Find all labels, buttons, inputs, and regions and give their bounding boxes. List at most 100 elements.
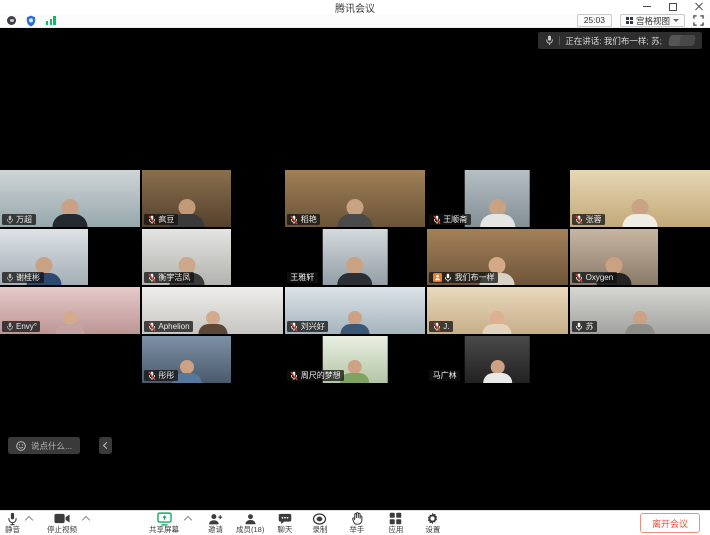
- security-shield-icon[interactable]: [26, 15, 36, 27]
- participant-label: Oxygen: [572, 272, 617, 283]
- toolbar-raise-hand-button[interactable]: 举手: [349, 512, 364, 534]
- participant-label: 衡宇洁凤: [144, 272, 194, 283]
- toolbar-button-label: 聊天: [277, 526, 292, 534]
- video-tile[interactable]: 谢桂彬: [0, 229, 140, 285]
- mic-muted-icon: [148, 273, 156, 283]
- person-silhouette-body: [483, 373, 512, 383]
- participant-label: 刘兴好: [287, 321, 329, 332]
- participant-name: Envy°: [16, 322, 37, 331]
- video-tile[interactable]: 我们布一样: [427, 229, 567, 285]
- person-silhouette-body: [53, 214, 88, 227]
- video-grid: 万超 疯豆 稻艳 王顺斋 张蓉 谢桂彬 衡宇洁凤 王雅轩 我们布一样 Oxygen: [0, 170, 710, 385]
- video-tile[interactable]: 疯豆: [142, 170, 282, 227]
- participant-name: 苏: [586, 321, 594, 332]
- person-silhouette-head: [633, 311, 647, 325]
- video-tile[interactable]: 王雅轩: [285, 229, 425, 285]
- person-silhouette-head: [346, 257, 363, 274]
- video-tile[interactable]: 周尺的梦想: [285, 336, 425, 383]
- title-bar: 腾讯会议: [0, 0, 710, 14]
- participant-label: 周尺的梦想: [287, 370, 345, 381]
- mic-icon: [545, 35, 554, 46]
- toolbar-chat-button[interactable]: 聊天: [277, 512, 292, 534]
- chat-collapse-button[interactable]: [99, 437, 112, 454]
- participant-name: 王顺斋: [443, 214, 467, 225]
- participant-label: 万超: [2, 214, 36, 225]
- video-tile[interactable]: 苏: [570, 287, 710, 334]
- toolbar-share-screen-button[interactable]: 共享屏幕: [149, 512, 191, 534]
- mic-muted-icon: [148, 215, 156, 225]
- video-tile[interactable]: Aphelion: [142, 287, 282, 334]
- toolbar-button-label: 成员(18): [236, 526, 264, 534]
- status-right: 25:03 宫格视图: [577, 14, 704, 27]
- person-silhouette-body: [483, 324, 512, 334]
- participant-label: 稻艳: [287, 214, 321, 225]
- info-icon[interactable]: [7, 16, 16, 25]
- video-tile[interactable]: Envy°: [0, 287, 140, 334]
- toolbar-button-content: 共享屏幕: [149, 512, 179, 534]
- participant-name: 万超: [16, 214, 32, 225]
- video-tile[interactable]: 万超: [0, 170, 140, 227]
- participant-label: 王顺斋: [429, 214, 471, 225]
- mic-muted-icon: [575, 273, 583, 283]
- smiley-icon[interactable]: [16, 441, 26, 451]
- toolbar-button-label: 停止视频: [47, 526, 77, 534]
- toolbar-button-label: 共享屏幕: [149, 526, 179, 534]
- chevron-left-icon: [103, 442, 110, 449]
- video-tile[interactable]: 稻艳: [285, 170, 425, 227]
- toolbar-members-button[interactable]: 成员(18): [236, 512, 264, 534]
- chevron-up-icon[interactable]: [184, 516, 192, 524]
- participant-name: 马广林: [433, 370, 457, 381]
- mic-icon: [6, 273, 14, 283]
- minimize-icon[interactable]: [640, 1, 653, 12]
- maximize-icon[interactable]: [666, 1, 679, 12]
- toolbar-mute-button[interactable]: 静音: [5, 512, 32, 534]
- toolbar-invite-button[interactable]: 邀请: [208, 512, 223, 534]
- mic-icon: [444, 273, 452, 283]
- video-feed: [465, 170, 530, 227]
- video-tile[interactable]: 刘兴好: [285, 287, 425, 334]
- speaker-avatars: [669, 35, 695, 46]
- participant-label: Envy°: [2, 321, 40, 332]
- grid-row: Envy° Aphelion 刘兴好 J. 苏: [0, 287, 710, 334]
- raise-hand-icon: [351, 512, 363, 525]
- participant-label: J.: [429, 321, 453, 332]
- fullscreen-icon[interactable]: [693, 15, 704, 26]
- video-tile[interactable]: Oxygen: [570, 229, 710, 285]
- chevron-up-icon[interactable]: [82, 516, 90, 524]
- network-signal-icon[interactable]: [46, 16, 56, 25]
- video-tile[interactable]: 衡宇洁凤: [142, 229, 282, 285]
- participant-label: 张蓉: [572, 214, 606, 225]
- person-silhouette-body: [198, 324, 227, 334]
- divider: [559, 36, 560, 45]
- toolbar-record-button[interactable]: 录制: [312, 512, 327, 534]
- window-controls: [640, 1, 705, 12]
- view-mode-label: 宫格视图: [636, 15, 670, 27]
- video-tile[interactable]: 王顺斋: [427, 170, 567, 227]
- meeting-window: 腾讯会议 25:03 宫格视图: [0, 0, 710, 535]
- mic-icon: [6, 512, 19, 525]
- person-silhouette-body: [56, 324, 85, 334]
- mic-muted-icon: [290, 215, 298, 225]
- video-tile[interactable]: 马广林: [427, 336, 567, 383]
- participant-name: 我们布一样: [455, 272, 495, 283]
- toolbar-apps-button[interactable]: 应用: [388, 512, 403, 534]
- toolbar-stop-video-button[interactable]: 停止视频: [47, 512, 89, 534]
- invite-icon: [208, 512, 223, 525]
- leave-meeting-button[interactable]: 离开会议: [640, 513, 700, 533]
- video-tile[interactable]: 张蓉: [570, 170, 710, 227]
- close-icon[interactable]: [692, 1, 705, 12]
- participant-label: 彤彤: [144, 370, 178, 381]
- mic-icon: [6, 215, 14, 225]
- chat-input[interactable]: 说点什么...: [8, 437, 80, 454]
- video-tile[interactable]: 彤彤: [142, 336, 282, 383]
- view-mode-button[interactable]: 宫格视图: [620, 14, 685, 27]
- toolbar-button-content: 举手: [349, 512, 364, 534]
- avatar: [679, 35, 696, 46]
- participant-name: 周尺的梦想: [301, 370, 341, 381]
- participant-label: 疯豆: [144, 214, 178, 225]
- video-tile[interactable]: J.: [427, 287, 567, 334]
- chevron-up-icon[interactable]: [25, 516, 33, 524]
- person-silhouette-head: [490, 311, 504, 325]
- participant-name: J.: [443, 322, 449, 331]
- toolbar-settings-button[interactable]: 设置: [425, 512, 440, 534]
